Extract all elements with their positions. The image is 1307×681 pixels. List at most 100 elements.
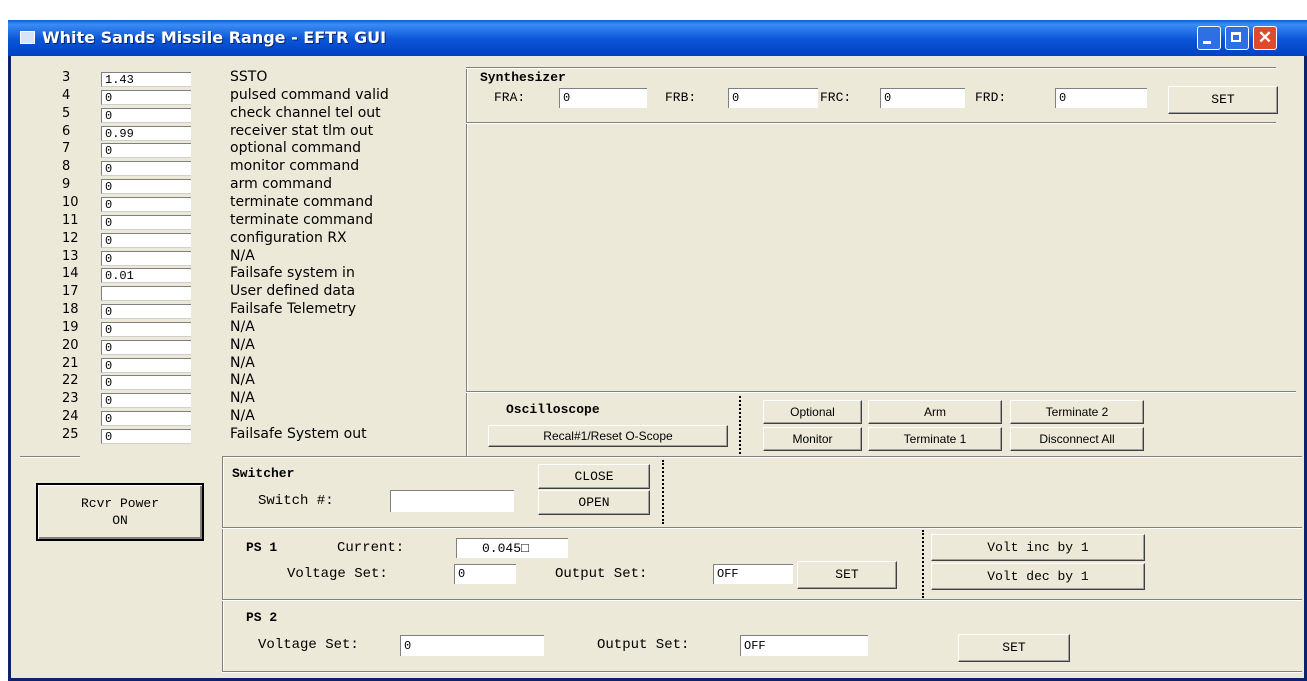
ps2-set-button[interactable]: SET: [958, 634, 1070, 662]
ps1-output-input[interactable]: OFF: [713, 564, 793, 584]
channel-number: 11: [62, 213, 79, 228]
rcvr-power-button[interactable]: Rcvr Power ON: [36, 483, 204, 541]
channel-value-field[interactable]: 0: [101, 429, 191, 444]
channel-number: 23: [62, 391, 79, 406]
divider-ps2-bottom: [222, 671, 1302, 673]
arm-button[interactable]: Arm: [868, 400, 1002, 424]
channel-number: 22: [62, 373, 79, 388]
minimize-button[interactable]: [1197, 26, 1221, 50]
ps1-voltage-label: Voltage Set:: [287, 566, 388, 582]
channel-value-field[interactable]: 0: [101, 108, 191, 123]
fra-input[interactable]: 0: [559, 88, 647, 108]
ps2-voltage-label: Voltage Set:: [258, 637, 359, 653]
channel-number: 17: [62, 284, 79, 299]
channel-label: check channel tel out: [230, 105, 381, 121]
divider-ps2-top: [222, 599, 1302, 601]
channel-label: N/A: [230, 319, 255, 335]
channel-label: pulsed command valid: [230, 87, 389, 103]
channel-value-field[interactable]: 0: [101, 358, 191, 373]
close-icon: ✕: [1257, 28, 1273, 47]
divider-synth-bottom: [466, 122, 1276, 124]
channel-number: 3: [62, 70, 71, 85]
switcher-open-button[interactable]: OPEN: [538, 490, 650, 515]
channel-number: 21: [62, 356, 79, 371]
channel-number: 18: [62, 302, 79, 317]
title-bar[interactable]: White Sands Missile Range - EFTR GUI ✕: [8, 20, 1307, 56]
rcvr-power-state: ON: [112, 513, 128, 528]
disconnect-all-button[interactable]: Disconnect All: [1010, 427, 1144, 451]
optional-button[interactable]: Optional: [763, 400, 862, 424]
channel-number: 6: [62, 124, 71, 139]
channel-value-field[interactable]: 0: [101, 304, 191, 319]
ps1-current-label: Current:: [337, 540, 405, 556]
volt-inc-button[interactable]: Volt inc by 1: [931, 534, 1145, 561]
synthesizer-set-button[interactable]: SET: [1168, 86, 1278, 114]
channel-label: SSTO: [230, 69, 268, 85]
switcher-title: Switcher: [232, 466, 295, 481]
channel-number: 13: [62, 249, 79, 264]
channel-label: configuration RX: [230, 230, 347, 246]
channel-value-field[interactable]: 1.43: [101, 72, 191, 87]
channel-value-field[interactable]: 0: [101, 322, 191, 337]
ps2-voltage-input[interactable]: 0: [400, 635, 544, 656]
close-button[interactable]: ✕: [1253, 26, 1277, 50]
ps1-separator: [922, 530, 924, 598]
channel-number: 10: [62, 195, 79, 210]
channel-number: 20: [62, 338, 79, 353]
frd-label: FRD:: [975, 90, 1007, 105]
terminate-1-button[interactable]: Terminate 1: [868, 427, 1002, 451]
channel-value-field[interactable]: 0: [101, 90, 191, 105]
ps1-voltage-input[interactable]: 0: [454, 564, 516, 584]
switch-number-input[interactable]: [390, 490, 514, 512]
switcher-close-button[interactable]: CLOSE: [538, 464, 650, 489]
channel-number: 19: [62, 320, 79, 335]
frc-label: FRC:: [820, 90, 852, 105]
divider-left-bottom: [20, 456, 80, 458]
channel-value-field[interactable]: 0.01: [101, 268, 191, 283]
channel-value-field[interactable]: 0: [101, 411, 191, 426]
ps2-output-label: Output Set:: [597, 637, 690, 653]
frb-label: FRB:: [665, 90, 697, 105]
channel-label: N/A: [230, 355, 255, 371]
maximize-button[interactable]: [1225, 26, 1249, 50]
ps2-title: PS 2: [246, 610, 278, 625]
channel-value-field[interactable]: 0.99: [101, 126, 191, 141]
frb-input[interactable]: 0: [728, 88, 818, 108]
channel-value-field[interactable]: 0: [101, 215, 191, 230]
ps2-output-input[interactable]: OFF: [740, 635, 868, 656]
fra-label: FRA:: [494, 90, 526, 105]
channel-number: 5: [62, 106, 71, 121]
channel-label: N/A: [230, 248, 255, 264]
channel-value-field[interactable]: 0: [101, 161, 191, 176]
channel-label: Failsafe system in: [230, 265, 355, 281]
channel-number: 7: [62, 141, 71, 156]
channel-value-field[interactable]: 0: [101, 393, 191, 408]
channel-label: terminate command: [230, 212, 374, 228]
channel-value-field[interactable]: 0: [101, 375, 191, 390]
frc-input[interactable]: 0: [880, 88, 965, 108]
channel-label: monitor command: [230, 158, 360, 174]
channel-value-field[interactable]: 0: [101, 197, 191, 212]
divider-osc-top: [466, 391, 1296, 393]
recal-reset-oscope-button[interactable]: Recal#1/Reset O-Scope: [488, 425, 728, 447]
monitor-button[interactable]: Monitor: [763, 427, 862, 451]
switch-number-label: Switch #:: [258, 493, 334, 509]
channel-value-field[interactable]: 0: [101, 340, 191, 355]
window-title: White Sands Missile Range - EFTR GUI: [42, 28, 387, 47]
channel-number: 25: [62, 427, 79, 442]
channel-value-field[interactable]: 0: [101, 179, 191, 194]
channel-value-field[interactable]: 0: [101, 233, 191, 248]
channel-label: N/A: [230, 390, 255, 406]
channel-label: User defined data: [230, 283, 356, 299]
divider-synth-top: [466, 67, 1276, 69]
frd-input[interactable]: 0: [1055, 88, 1147, 108]
channel-label: optional command: [230, 140, 362, 156]
ps1-set-button[interactable]: SET: [797, 561, 897, 589]
channel-value-field[interactable]: 0: [101, 251, 191, 266]
channel-value-field[interactable]: 0: [101, 143, 191, 158]
channel-value-field[interactable]: [101, 286, 191, 301]
divider-ps1-top: [222, 527, 1302, 529]
terminate-2-button[interactable]: Terminate 2: [1010, 400, 1144, 424]
volt-dec-button[interactable]: Volt dec by 1: [931, 563, 1145, 590]
channel-label: Failsafe Telemetry: [230, 301, 357, 317]
